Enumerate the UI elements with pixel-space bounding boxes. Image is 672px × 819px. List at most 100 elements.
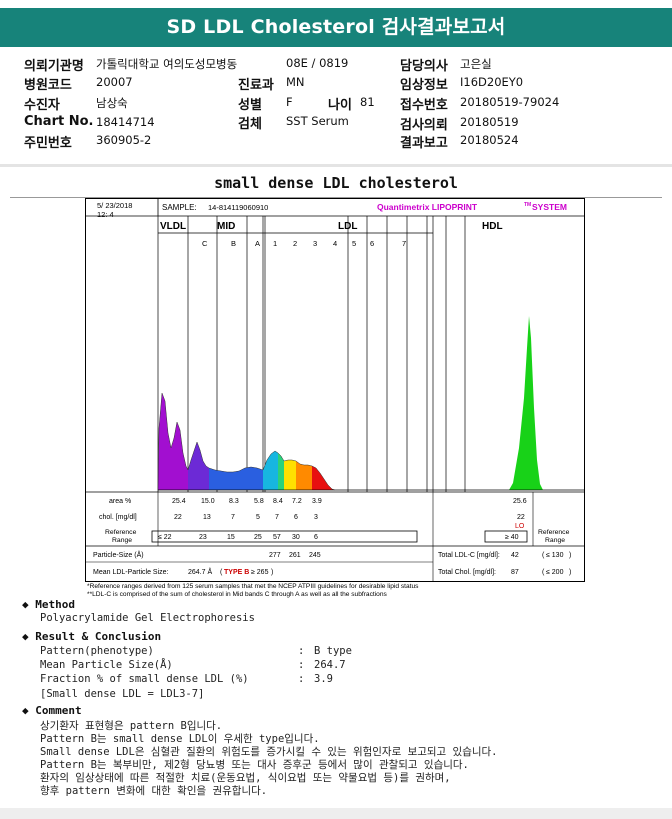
ward-value: 08E / 0819 bbox=[286, 56, 349, 70]
group-hdl: HDL bbox=[482, 221, 503, 232]
sex-value: F bbox=[286, 95, 293, 109]
hdl-ref: ≥ 40 bbox=[505, 534, 519, 541]
dept-value: MN bbox=[286, 75, 305, 89]
hdl-area: 25.6 bbox=[513, 498, 527, 505]
total-ldl-ref: ≤ 130 bbox=[546, 552, 564, 559]
receipt-label: 접수번호 bbox=[400, 98, 448, 113]
result-row-colon-2: : bbox=[298, 659, 305, 671]
type-close-paren: ) bbox=[271, 569, 273, 576]
row-label-ref-2: Range bbox=[112, 537, 132, 544]
total-chol-value: 87 bbox=[511, 569, 519, 576]
chart-time: 12: 4 bbox=[97, 210, 114, 219]
chol-cell: 22 bbox=[174, 514, 182, 521]
clinical-value: I16D20EY0 bbox=[460, 75, 524, 89]
patient-name-value: 남상숙 bbox=[96, 96, 128, 110]
receipt-value: 20180519-79024 bbox=[460, 95, 560, 109]
brand-name: Quantimetrix LIPOPRINT bbox=[377, 202, 478, 212]
chol-cell: 7 bbox=[231, 514, 235, 521]
mid-band-label: B bbox=[231, 239, 236, 248]
clinical-label: 임상정보 bbox=[400, 78, 448, 93]
chol-cell: 5 bbox=[256, 514, 260, 521]
doctor-value: 고은실 bbox=[460, 57, 492, 71]
particle-size-2: 261 bbox=[289, 552, 301, 559]
sex-label: 성별 bbox=[238, 98, 262, 113]
sample-id: 14-814119060910 bbox=[208, 203, 268, 212]
id-value: 360905-2 bbox=[96, 133, 152, 147]
page-footer-bar bbox=[0, 808, 672, 819]
chol-cell: 13 bbox=[203, 514, 211, 521]
ldl-band-label: 4 bbox=[333, 239, 337, 248]
dept-label: 진료과 bbox=[238, 78, 274, 93]
area-percent-cell: 15.0 bbox=[201, 498, 215, 505]
type-ref-value: ≥ 265 bbox=[251, 569, 269, 576]
result-heading: Result & Conclusion bbox=[35, 630, 162, 643]
particle-size-label: Particle-Size (Å) bbox=[93, 550, 144, 559]
hdl-chol: 22 bbox=[517, 514, 525, 521]
area-percent-cell: 7.2 bbox=[292, 498, 302, 505]
right-ref-label-2: Range bbox=[545, 537, 565, 544]
ref-range-cell: 30 bbox=[292, 534, 300, 541]
ref-range-cell: ≤ 22 bbox=[158, 534, 172, 541]
particle-size-3: 245 bbox=[309, 552, 321, 559]
diamond-bullet-icon: ◆ bbox=[22, 704, 29, 717]
ref-range-cell: 57 bbox=[273, 534, 281, 541]
comment-line-6: 향후 pattern 변화에 대한 확인을 권유합니다. bbox=[40, 785, 268, 797]
row-label-chol: chol. [mg/dl] bbox=[99, 514, 137, 521]
ref-range-cell: 23 bbox=[199, 534, 207, 541]
result-row-label-1: Pattern(phenotype) bbox=[40, 645, 154, 657]
total-chol-ref: ≤ 200 bbox=[546, 569, 564, 576]
ref-range-cell: 15 bbox=[227, 534, 235, 541]
mean-size-label: Mean LDL-Particle Size: bbox=[93, 569, 169, 576]
result-row-colon-1: : bbox=[298, 645, 305, 657]
area-percent-cell: 5.8 bbox=[254, 498, 264, 505]
mid-band-label: C bbox=[202, 239, 208, 248]
result-row-value-2: 264.7 bbox=[314, 659, 346, 671]
chol-cell: 3 bbox=[314, 514, 318, 521]
total-ldl-ref-close: ) bbox=[569, 552, 571, 559]
row-label-ref-1: Reference bbox=[105, 529, 137, 536]
particle-size-1: 277 bbox=[269, 552, 281, 559]
brand-suffix: SYSTEM bbox=[532, 202, 567, 212]
result-row-label-3: Fraction % of small dense LDL (%) bbox=[40, 673, 249, 685]
result-row-colon-3: : bbox=[298, 673, 305, 685]
brand-tm: TM bbox=[524, 202, 531, 208]
comment-section: ◆ Comment bbox=[22, 704, 82, 717]
result-row-value-3: 3.9 bbox=[314, 673, 333, 685]
total-ldl-label: Total LDL-C [mg/dl]: bbox=[438, 552, 500, 559]
section-divider bbox=[0, 164, 672, 167]
institution-value: 가톨릭대학교 여의도성모병동 bbox=[96, 57, 238, 71]
chart-no-value: 18414714 bbox=[96, 115, 155, 129]
result-section: ◆ Result & Conclusion bbox=[22, 630, 161, 643]
sample-label: SAMPLE: bbox=[162, 203, 197, 212]
ldl-band-label: 6 bbox=[370, 239, 374, 248]
request-date-label: 검사의뢰 bbox=[400, 118, 448, 133]
right-ref-label-1: Reference bbox=[538, 529, 570, 536]
lipoprint-chart: 5/ 23/2018 12: 4 SAMPLE: 14-814119060910… bbox=[85, 198, 585, 598]
total-ldl-value: 42 bbox=[511, 552, 519, 559]
age-value: 81 bbox=[360, 95, 375, 109]
id-label: 주민번호 bbox=[24, 136, 72, 151]
chol-cell: 6 bbox=[294, 514, 298, 521]
profile-segment bbox=[284, 460, 296, 490]
type-b-label: TYPE B bbox=[224, 569, 249, 576]
ldl-band-label: 3 bbox=[313, 239, 317, 248]
mean-size-value: 264.7 Å bbox=[188, 567, 212, 576]
hospital-code-value: 20007 bbox=[96, 75, 133, 89]
hdl-flag: LO bbox=[515, 523, 525, 530]
specimen-label: 검체 bbox=[238, 117, 262, 132]
diamond-bullet-icon: ◆ bbox=[22, 630, 29, 643]
method-text: Polyacrylamide Gel Electrophoresis bbox=[40, 612, 255, 624]
report-title: SD LDL Cholesterol 검사결과보고서 bbox=[0, 8, 672, 47]
ldl-band-label: 2 bbox=[293, 239, 297, 248]
footnote-1: *Reference ranges derived from 125 serum… bbox=[87, 583, 419, 590]
report-date-value: 20180524 bbox=[460, 133, 519, 147]
section-subtitle: small dense LDL cholesterol bbox=[214, 174, 458, 192]
doctor-label: 담당의사 bbox=[400, 59, 448, 74]
chart-date: 5/ 23/2018 bbox=[97, 201, 132, 210]
hospital-code-label: 병원코드 bbox=[24, 78, 72, 93]
total-chol-ref-close: ) bbox=[569, 569, 571, 576]
institution-label: 의뢰기관명 bbox=[24, 59, 84, 74]
report-date-label: 결과보고 bbox=[400, 136, 448, 151]
request-date-value: 20180519 bbox=[460, 115, 519, 129]
result-note: [Small dense LDL = LDL3-7] bbox=[40, 688, 205, 700]
